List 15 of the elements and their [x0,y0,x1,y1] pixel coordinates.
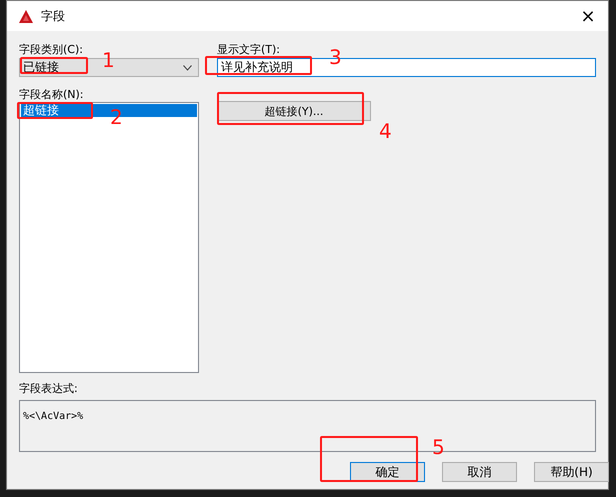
expression-text: %<\AcVar>% [23,411,84,422]
chevron-down-icon [183,64,192,70]
display-text-label: 显示文字(T): [217,43,280,57]
annotation-box [20,57,88,74]
field-name-label: 字段名称(N): [19,88,84,102]
window-title: 字段 [41,8,65,24]
annotation-number: 5 [432,436,445,458]
annotation-number: 4 [379,120,392,142]
hyperlink-button[interactable]: 超链接(Y)... [217,101,371,121]
expression-label: 字段表达式: [19,382,78,396]
triangle-logo-icon [19,10,33,22]
dialog-button[interactable]: 取消 [442,462,517,482]
category-label: 字段类别(C): [19,43,83,57]
close-button[interactable]: × [568,1,608,31]
dialog-button[interactable]: 帮助(H) [534,462,609,482]
